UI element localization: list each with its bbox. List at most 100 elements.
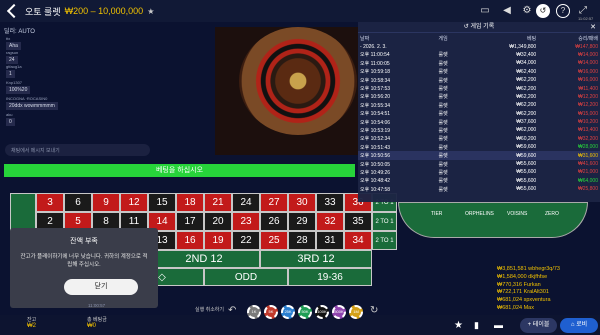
chip[interactable]: 100K <box>315 305 329 319</box>
row-result: ₩41,600 <box>577 161 598 168</box>
favorite-star-icon[interactable]: ★ <box>147 7 154 16</box>
row-game: 룰렛 <box>438 102 448 109</box>
outside-bet[interactable]: 19-36 <box>288 268 372 286</box>
number-cell[interactable]: 26 <box>260 212 288 231</box>
history-row[interactable]: 오후 10:58:34 룰렛 ₩62,200 ₩16,000 <box>358 76 600 84</box>
number-cell[interactable]: 31 <box>316 231 344 250</box>
number-cell[interactable]: 16 <box>176 231 204 250</box>
number-cell[interactable]: 35 <box>344 212 372 231</box>
volume-icon[interactable]: ◀ <box>500 4 514 18</box>
chat-bubble-icon[interactable]: ▬ <box>494 320 503 330</box>
racetrack-section[interactable]: VOISINS <box>507 211 527 217</box>
history-row[interactable]: 오후 10:59:18 룰렛 ₩62,400 ₩16,000 <box>358 68 600 76</box>
number-cell[interactable]: 21 <box>204 193 232 212</box>
history-row[interactable]: 오후 10:55:34 룰렛 ₩62,200 ₩12,200 <box>358 101 600 109</box>
row-result: ₩16,000 <box>577 77 598 84</box>
chip[interactable]: 1M <box>349 305 363 319</box>
number-cell[interactable]: 32 <box>316 212 344 231</box>
number-cell[interactable]: 23 <box>232 212 260 231</box>
row-game: 룰렛 <box>438 111 448 118</box>
racetrack[interactable]: TIER ORPHELINS VOISINS ZERO <box>398 202 588 238</box>
row-result: ₩15,000 <box>577 110 598 117</box>
racetrack-section[interactable]: ZERO <box>545 211 559 217</box>
table-button[interactable]: + 테이블 <box>520 318 557 333</box>
row-game: 룰렛 <box>438 69 448 76</box>
chat-message: Knp1307 100%20 <box>6 80 31 94</box>
row-result: ₩16,000 <box>577 68 598 75</box>
dozen-bet[interactable]: 2ND 12 <box>148 250 260 268</box>
column-bet[interactable]: 2 TO 1 <box>372 231 397 250</box>
history-row[interactable]: 오후 11:00:54 룰렛 ₩32,400 ₩14,000 <box>358 51 600 59</box>
history-row[interactable]: 오후 10:51:43 룰렛 ₩59,600 ₩28,000 <box>358 143 600 151</box>
number-cell[interactable]: 9 <box>92 193 120 212</box>
chip[interactable]: 1K <box>247 305 261 319</box>
number-cell[interactable]: 20 <box>204 212 232 231</box>
history-row[interactable]: 오후 10:53:19 룰렛 ₩62,000 ₩13,400 <box>358 126 600 134</box>
row-bet: ₩62,200 <box>516 102 537 109</box>
total-result: ₩147,800 <box>575 43 598 50</box>
history-row[interactable]: 오후 10:56:20 룰렛 ₩62,200 ₩12,200 <box>358 93 600 101</box>
close-button[interactable]: 닫기 <box>64 279 138 295</box>
row-time: 오후 11:00:05 <box>360 60 390 67</box>
number-cell[interactable]: 19 <box>204 231 232 250</box>
history-row[interactable]: 오후 10:54:51 룰렛 ₩62,200 ₩15,000 <box>358 110 600 118</box>
number-cell[interactable]: 29 <box>288 212 316 231</box>
number-cell[interactable]: 25 <box>260 231 288 250</box>
row-time: 오후 10:59:18 <box>360 69 391 76</box>
total-bet-value: ₩0 <box>87 323 96 329</box>
outside-bet[interactable]: ODD <box>204 268 288 286</box>
number-cell[interactable]: 24 <box>232 193 260 212</box>
chip[interactable]: 5K <box>264 305 278 319</box>
help-icon[interactable]: ? <box>556 4 570 18</box>
number-cell[interactable]: 30 <box>288 193 316 212</box>
chip[interactable]: 50K <box>298 305 312 319</box>
insufficient-balance-dialog: 잔액 부족 잔고가 플레이하기에 너무 낮습니다. 귀하의 계정으로 적립해 주… <box>10 228 158 308</box>
column-bet[interactable]: 2 TO 1 <box>372 212 397 231</box>
chip[interactable]: 500K <box>332 305 346 319</box>
racetrack-section[interactable]: ORPHELINS <box>465 211 494 217</box>
row-bet: ₩55,600 <box>516 177 537 184</box>
racetrack-section[interactable]: TIER <box>431 211 442 217</box>
number-cell[interactable]: 28 <box>288 231 316 250</box>
undo-label: 실행 취소하기 <box>195 307 224 313</box>
number-cell[interactable]: 17 <box>176 212 204 231</box>
back-arrow-icon[interactable] <box>6 3 22 19</box>
history-row[interactable]: 오후 10:52:34 룰렛 ₩60,200 ₩32,200 <box>358 135 600 143</box>
row-bet: ₩32,400 <box>516 51 537 58</box>
number-cell[interactable]: 18 <box>176 193 204 212</box>
history-row[interactable]: 오후 10:50:56 룰렛 ₩59,600 ₩31,600 <box>358 151 600 160</box>
bet-range: ₩200 – 10,000,000 <box>64 6 144 16</box>
number-cell[interactable]: 15 <box>148 193 176 212</box>
number-cell[interactable]: 34 <box>344 231 372 250</box>
history-row[interactable]: 오후 10:48:42 룰렛 ₩55,600 ₩64,000 <box>358 177 600 185</box>
number-cell[interactable]: 6 <box>64 193 92 212</box>
row-bet: ₩62,200 <box>516 77 537 84</box>
number-cell[interactable]: 22 <box>232 231 260 250</box>
stats-icon[interactable]: ▮ <box>474 320 479 331</box>
dozen-bet[interactable]: 3RD 12 <box>260 250 372 268</box>
history-icon[interactable]: ↺ <box>536 4 550 18</box>
cash-icon[interactable]: ▭ <box>478 4 492 18</box>
chat-user: aku <box>6 112 13 117</box>
history-row[interactable]: 오후 10:54:06 룰렛 ₩37,600 ₩10,200 <box>358 118 600 126</box>
settings-icon[interactable]: ⚙ <box>520 4 534 18</box>
history-title: 게임 기록 <box>470 24 495 30</box>
history-row[interactable]: 오후 10:57:53 룰렛 ₩62,200 ₩11,400 <box>358 84 600 93</box>
close-icon[interactable]: ✕ <box>590 23 596 31</box>
number-cell[interactable]: 3 <box>36 193 64 212</box>
history-row[interactable]: 오후 11:00:05 룰렛 ₩34,000 ₩14,000 <box>358 59 600 67</box>
history-row[interactable]: 오후 10:47:58 룰렛 ₩55,600 ₩25,800 <box>358 185 600 193</box>
number-cell[interactable]: 33 <box>316 193 344 212</box>
number-cell[interactable]: 12 <box>120 193 148 212</box>
repeat-icon[interactable]: ↻ <box>370 305 378 316</box>
chat-user: ragsun <box>6 50 19 55</box>
chip[interactable]: 25K <box>281 305 295 319</box>
lobby-button[interactable]: ⌂ 로비 <box>560 318 598 333</box>
favorites-star-icon[interactable]: ★ <box>454 320 463 331</box>
history-row[interactable]: 오후 10:50:05 룰렛 ₩55,600 ₩41,600 <box>358 160 600 168</box>
number-cell[interactable]: 27 <box>260 193 288 212</box>
undo-icon[interactable]: ↶ <box>228 305 236 316</box>
row-bet: ₩62,200 <box>516 110 537 117</box>
chat-input[interactable]: 채팅에서 메시지 보내기 <box>5 144 150 156</box>
history-row[interactable]: 오후 10:49:26 룰렛 ₩55,600 ₩21,000 <box>358 168 600 176</box>
